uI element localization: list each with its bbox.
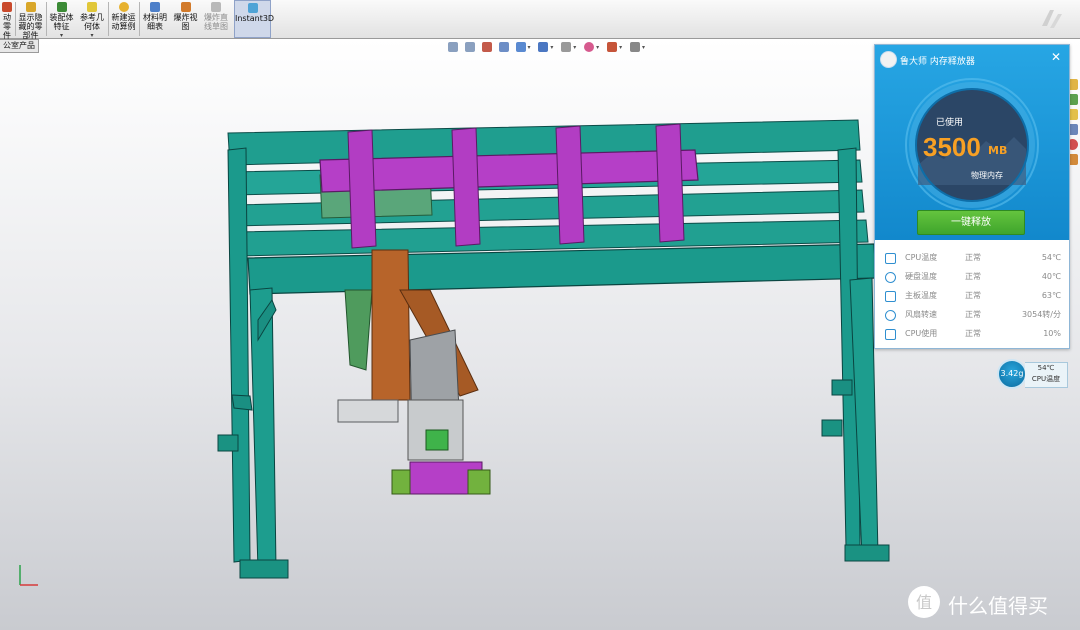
reference-geometry-icon [87, 2, 97, 12]
stat-name: CPU温度 [905, 253, 938, 262]
stat-value: 63℃ [1041, 291, 1061, 300]
motion-study-icon [118, 2, 129, 12]
exploded-view-button[interactable]: 爆炸视 图 [172, 0, 199, 38]
show-hidden-icon [25, 2, 36, 12]
show-hidden-components-button[interactable]: 显示隐 藏的零 部件 [17, 0, 44, 40]
solidworks-logo-icon [1042, 10, 1062, 28]
stat-row-board-temp: 主板温度 正常 63℃ [875, 286, 1069, 305]
stat-status: 正常 [965, 291, 981, 300]
stat-value: 54℃ [1041, 253, 1061, 262]
memory-title: 鲁大师 内存释放器 [900, 57, 975, 67]
instant3d-icon [247, 3, 258, 13]
memory-usage-circle: 3.42g [997, 359, 1027, 389]
memory-header: 鲁大师 内存释放器 ✕ 已使用 3500 MB 物理内存 一键释放 [875, 45, 1069, 240]
cpu-icon [885, 253, 896, 264]
explode-line-sketch-icon [211, 2, 221, 12]
move-component-icon [2, 2, 12, 12]
tb-label: 显示隐 藏的零 部件 [18, 13, 43, 40]
release-memory-button[interactable]: 一键释放 [917, 210, 1025, 235]
stat-row-fan-speed: 风扇转速 正常 3054转/分 [875, 305, 1069, 324]
tb-label: 爆炸直 线草图 [204, 13, 228, 31]
stat-value: 40℃ [1041, 272, 1061, 281]
smzdm-logo-icon: 值 [908, 586, 940, 618]
cpu-temp-value: 54℃ [1037, 364, 1055, 372]
bill-of-materials-button[interactable]: 材料明 细表 [141, 0, 169, 38]
fan-icon [885, 310, 896, 321]
cpu-temp-label: CPU温度 [1031, 375, 1061, 383]
stat-row-disk-temp: 硬盘温度 正常 40℃ [875, 267, 1069, 286]
watermark-logo-glyph: 值 [916, 593, 932, 612]
disk-icon [885, 272, 896, 283]
temp-readout: 54℃ CPU温度 [1025, 362, 1068, 388]
stat-name: 主板温度 [905, 291, 937, 300]
stat-row-cpu-temp: CPU温度 正常 54℃ [875, 248, 1069, 267]
tb-label: 新建运 动算例 [111, 13, 136, 31]
used-memory-unit: MB [988, 144, 1008, 157]
stat-name: 风扇转速 [905, 310, 937, 319]
stat-value: 3054转/分 [1021, 310, 1061, 319]
physical-memory-label: 物理内存 [971, 171, 1003, 180]
stat-status: 正常 [965, 253, 981, 262]
close-icon[interactable]: ✕ [1051, 51, 1061, 63]
explode-line-sketch-button[interactable]: 爆炸直 线草图 [201, 0, 231, 38]
used-label: 已使用 [936, 118, 964, 128]
stat-status: 正常 [965, 329, 981, 338]
watermark-text: 什么值得买 [948, 594, 1048, 618]
cpu-usage-icon [885, 329, 896, 340]
move-component-button[interactable]: 动零 件 [0, 0, 14, 40]
tb-label: 爆炸视 图 [173, 13, 198, 31]
stat-status: 正常 [965, 310, 981, 319]
motherboard-icon [885, 291, 896, 302]
bom-icon [150, 2, 160, 12]
tb-label: 动零 件 [3, 13, 11, 40]
instant3d-button[interactable]: Instant3D [234, 0, 275, 38]
tb-label: 装配体 特征 [49, 13, 74, 31]
used-memory-value: 3500 [923, 132, 981, 162]
tb-label: 参考几 何体 [80, 13, 104, 31]
ludashi-logo-icon [880, 51, 897, 68]
command-manager-toolbar: 动零 件 显示隐 藏的零 部件 装配体 特征 ▾ 参考几 何体 ▾ 新建运 动算… [0, 0, 1080, 40]
cpu-temp-badge[interactable]: 3.42g 54℃ CPU温度 [997, 359, 1069, 389]
assembly-features-icon [56, 2, 67, 12]
tb-label: 材料明 细表 [143, 13, 167, 31]
new-motion-study-button[interactable]: 新建运 动算例 [110, 0, 137, 38]
stat-value: 10% [1043, 329, 1061, 338]
stat-row-cpu-usage: CPU使用 正常 10% [875, 324, 1069, 343]
stat-status: 正常 [965, 272, 981, 281]
stat-name: 硬盘温度 [905, 272, 937, 281]
reference-geometry-button[interactable]: 参考几 何体 ▾ [78, 0, 106, 39]
memory-release-window: 鲁大师 内存释放器 ✕ 已使用 3500 MB 物理内存 一键释放 CPU温度 … [874, 44, 1070, 349]
tb-label: Instant3D [235, 14, 275, 23]
assembly-features-button[interactable]: 装配体 特征 ▾ [48, 0, 75, 39]
exploded-view-icon [180, 2, 191, 12]
stat-name: CPU使用 [905, 329, 938, 338]
